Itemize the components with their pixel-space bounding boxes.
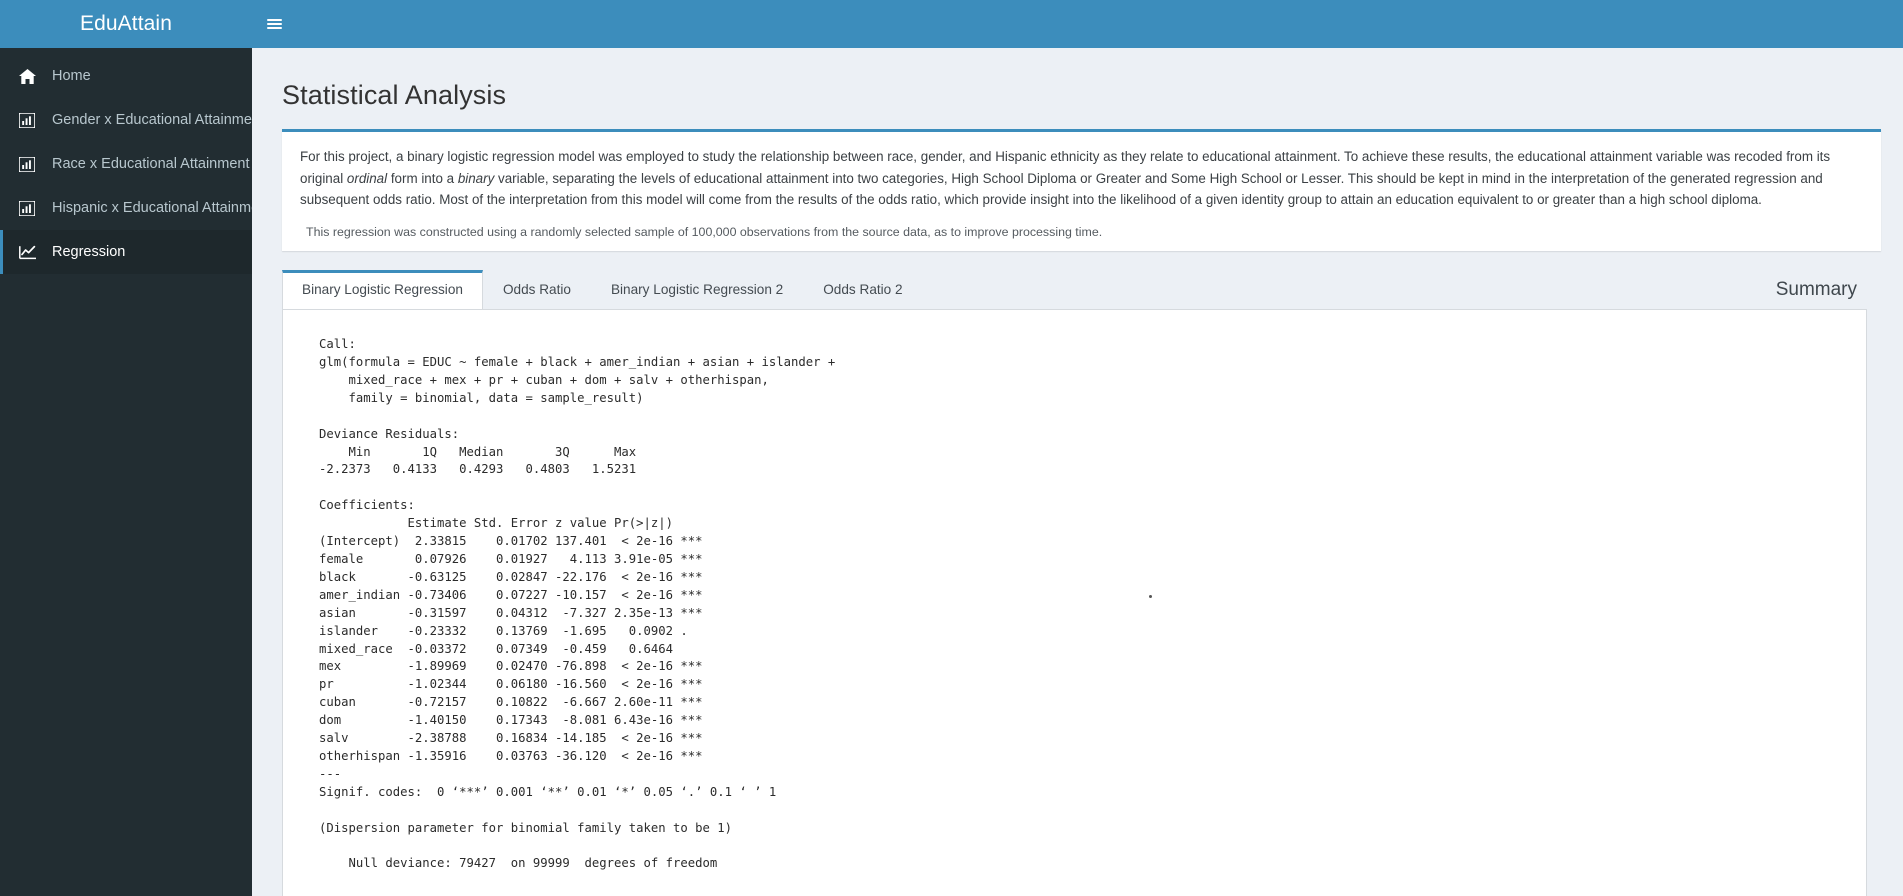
page-title: Statistical Analysis (282, 80, 507, 110)
top-navbar (252, 0, 1903, 48)
sidebar-item-race-x-educational-attainment[interactable]: Race x Educational Attainment (0, 142, 252, 186)
tab-label: Odds Ratio 2 (823, 282, 903, 298)
app-root: EduAttain Home Gender x Educational Atta… (0, 0, 1903, 896)
sidebar-item-label: Gender x Educational Attainment (52, 112, 264, 128)
info-panel: For this project, a binary logistic regr… (282, 129, 1881, 252)
info-emphasis-binary: binary (457, 170, 495, 186)
info-paragraph: For this project, a binary logistic regr… (300, 146, 1863, 211)
tab-label: Binary Logistic Regression 2 (610, 282, 784, 298)
main-area: Statistical Analysis For this project, a… (252, 0, 1903, 896)
sidebar-item-label: Home (52, 68, 91, 84)
line-chart-icon (19, 245, 41, 260)
info-text-part2: form into a (387, 170, 458, 186)
tab-odds-ratio[interactable]: Odds Ratio (483, 270, 591, 310)
info-note: This regression was constructed using a … (306, 225, 1103, 240)
sidebar-item-home[interactable]: Home (0, 54, 252, 98)
tab-row: Binary Logistic Regression Odds Ratio Bi… (282, 269, 1881, 311)
hamburger-bar (266, 27, 282, 29)
tab-binary-logistic-regression[interactable]: Binary Logistic Regression (282, 270, 483, 311)
tab-label: Odds Ratio (502, 282, 571, 298)
sidebar-item-label: Hispanic x Educational Attainment (52, 200, 272, 216)
brand-title: EduAttain (80, 12, 172, 35)
summary-heading: Summary (1775, 279, 1857, 301)
info-text-part3: variable, separating the levels of educa… (300, 170, 1823, 208)
sidebar: EduAttain Home Gender x Educational Atta… (0, 0, 271, 896)
hamburger-bar (266, 23, 282, 25)
tab-binary-logistic-regression-2[interactable]: Binary Logistic Regression 2 (591, 270, 803, 310)
sidebar-item-label: Regression (52, 244, 126, 260)
brand-logo[interactable]: EduAttain (0, 0, 252, 48)
info-emphasis-ordinal: ordinal (346, 170, 388, 186)
tab-strip: Binary Logistic Regression Odds Ratio Bi… (282, 269, 923, 311)
bar-chart-icon (19, 200, 41, 216)
hamburger-bar (266, 19, 282, 21)
sidebar-item-hispanic-x-educational-attainment[interactable]: Hispanic x Educational Attainment (0, 186, 271, 230)
tab-label: Binary Logistic Regression (302, 282, 463, 298)
bar-chart-icon (19, 112, 41, 128)
bar-chart-icon (19, 156, 41, 172)
regression-summary-text: Call: glm(formula = EDUC ~ female + blac… (319, 337, 836, 871)
tab-odds-ratio-2[interactable]: Odds Ratio 2 (803, 270, 922, 310)
regression-output-panel: Call: glm(formula = EDUC ~ female + blac… (282, 309, 1867, 896)
sidebar-item-regression[interactable]: Regression (0, 230, 252, 274)
sidebar-nav: Home Gender x Educational Attainment Rac… (0, 48, 271, 274)
sidebar-item-label: Race x Educational Attainment (52, 156, 250, 172)
hamburger-icon[interactable] (252, 0, 296, 48)
sidebar-item-gender-x-educational-attainment[interactable]: Gender x Educational Attainment (0, 98, 264, 142)
home-icon (19, 68, 41, 84)
content-area: Statistical Analysis For this project, a… (252, 48, 1903, 896)
